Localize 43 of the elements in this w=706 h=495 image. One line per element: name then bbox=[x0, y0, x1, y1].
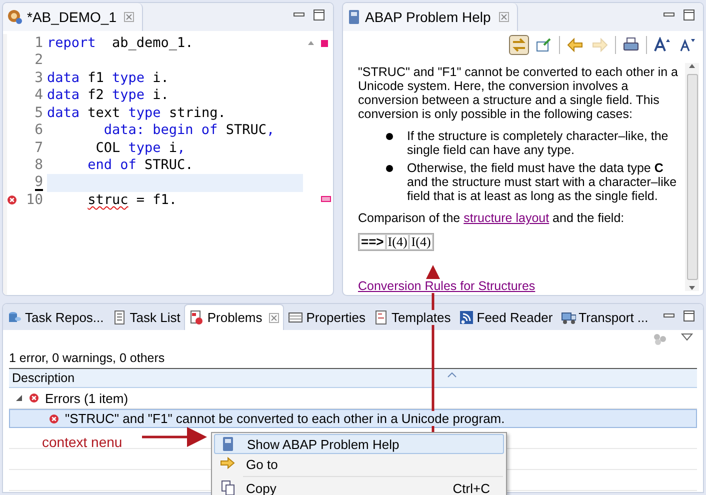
code-line: report ab_demo_1. bbox=[47, 34, 194, 51]
conversion-rules-link[interactable]: Conversion Rules for Structures bbox=[358, 279, 536, 293]
code-line: data: begin of STRUC, bbox=[102, 122, 275, 138]
view-tab[interactable]: Task Repos... bbox=[3, 304, 108, 330]
code-line: data f1 type i. bbox=[47, 70, 169, 86]
help-tab[interactable]: ABAP Problem Help bbox=[343, 3, 518, 31]
line-number: 8 bbox=[34, 157, 43, 174]
problems-summary: 1 error, 0 warnings, 0 others bbox=[8, 350, 166, 367]
code-line: end of STRUC. bbox=[86, 157, 194, 174]
annotation-label: context nenu bbox=[42, 434, 122, 450]
view-tab[interactable]: Task List bbox=[108, 304, 184, 330]
help-paragraph: Comparison of the structure layout and the field: bbox=[358, 211, 626, 225]
line-number: 7 bbox=[34, 140, 43, 156]
layout-cell: I(4) bbox=[386, 234, 410, 250]
view-tab[interactable]: Properties bbox=[284, 304, 370, 330]
menu-item[interactable]: Show ABAP Problem Help bbox=[214, 434, 504, 454]
code-line: data text type string. bbox=[47, 104, 226, 121]
menu-item[interactable]: Copy Ctrl+C bbox=[214, 479, 504, 495]
code-line: struc = f1. bbox=[86, 192, 178, 208]
view-tab[interactable]: Transport ... bbox=[556, 304, 652, 330]
line-number: 4 bbox=[34, 87, 43, 104]
line-number: 5 bbox=[34, 104, 43, 121]
help-bullet-text: If the structure is completely character–like, the single field can have any type. bbox=[407, 129, 670, 157]
line-number: 10 bbox=[26, 192, 43, 208]
line-number: 1 bbox=[34, 34, 43, 51]
code-line: data f2 type i. bbox=[47, 87, 169, 104]
menu-item[interactable]: Go to bbox=[214, 455, 504, 473]
layout-cell: I(4) bbox=[409, 234, 433, 250]
line-number: 3 bbox=[34, 70, 43, 86]
line-number: 2 bbox=[34, 52, 43, 68]
column-header[interactable]: Description bbox=[12, 371, 75, 385]
view-tab[interactable]: Feed Reader bbox=[454, 304, 557, 330]
code-line: COL type i, bbox=[94, 140, 186, 156]
view-tab[interactable]: Templates bbox=[370, 304, 455, 330]
line-number: 9 bbox=[34, 174, 43, 191]
line-number: 6 bbox=[34, 122, 43, 138]
help-bullet-text: Otherwise, the field must have the data type C and the structure must start with a character–like field that is at least as long as the single field. bbox=[407, 161, 678, 203]
view-tab[interactable]: Problems bbox=[184, 304, 284, 330]
tree-row[interactable]: "STRUC" and "F1" cannot be converted to each other in a Unicode program. bbox=[9, 409, 697, 428]
structure-layout-link[interactable]: structure layout bbox=[464, 211, 550, 225]
layout-cell: ==> bbox=[359, 234, 386, 250]
help-paragraph: "STRUC" and "F1" cannot be converted to each other in a Unicode system. Here, the conversion involves a conversion between a structure and a single field. This conversion is only possible in the following cases: bbox=[358, 65, 680, 121]
editor-tab[interactable]: *AB_DEMO_1 bbox=[3, 3, 144, 31]
